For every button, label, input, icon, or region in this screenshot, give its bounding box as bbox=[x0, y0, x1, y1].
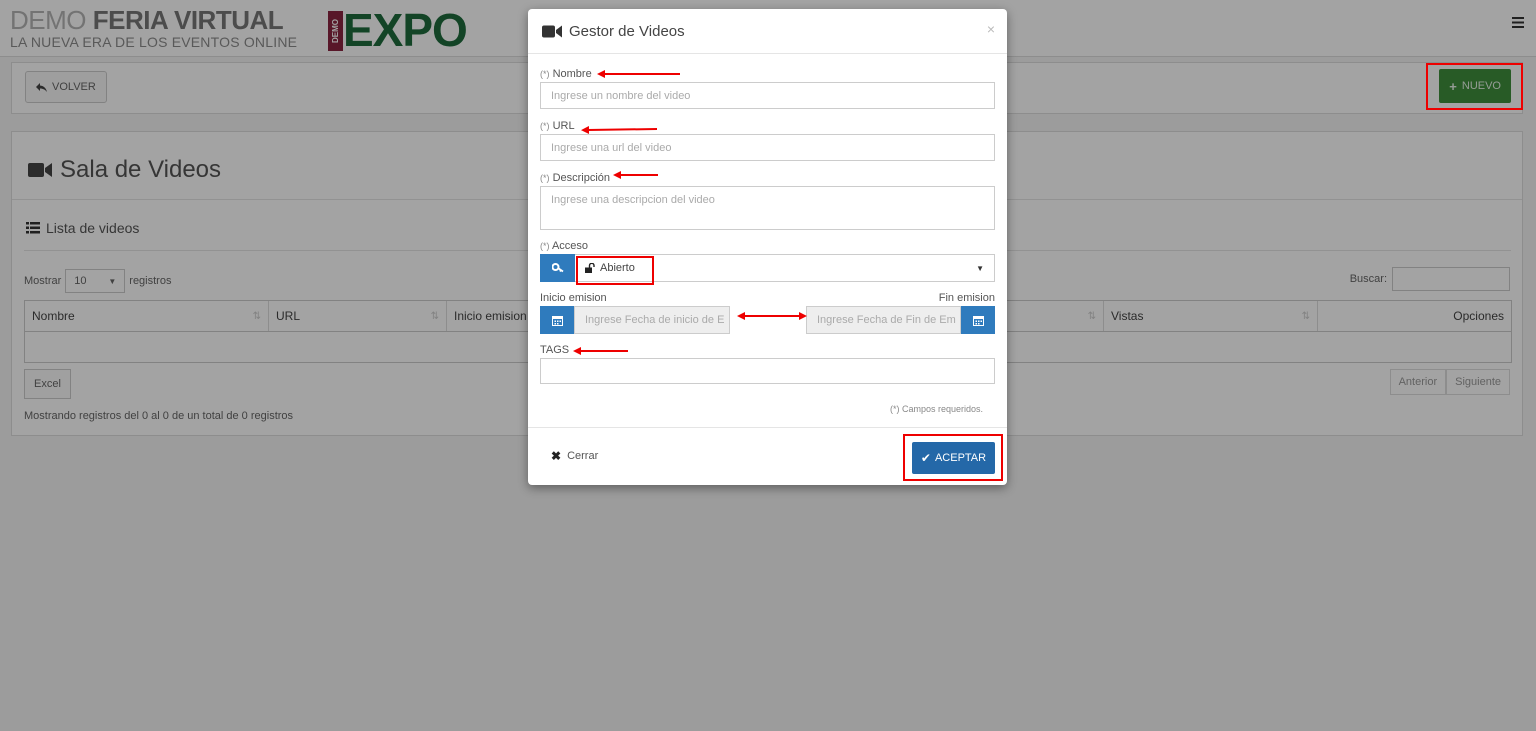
annotation-arrows bbox=[573, 70, 807, 355]
annotation-arrow-url bbox=[581, 125, 658, 134]
